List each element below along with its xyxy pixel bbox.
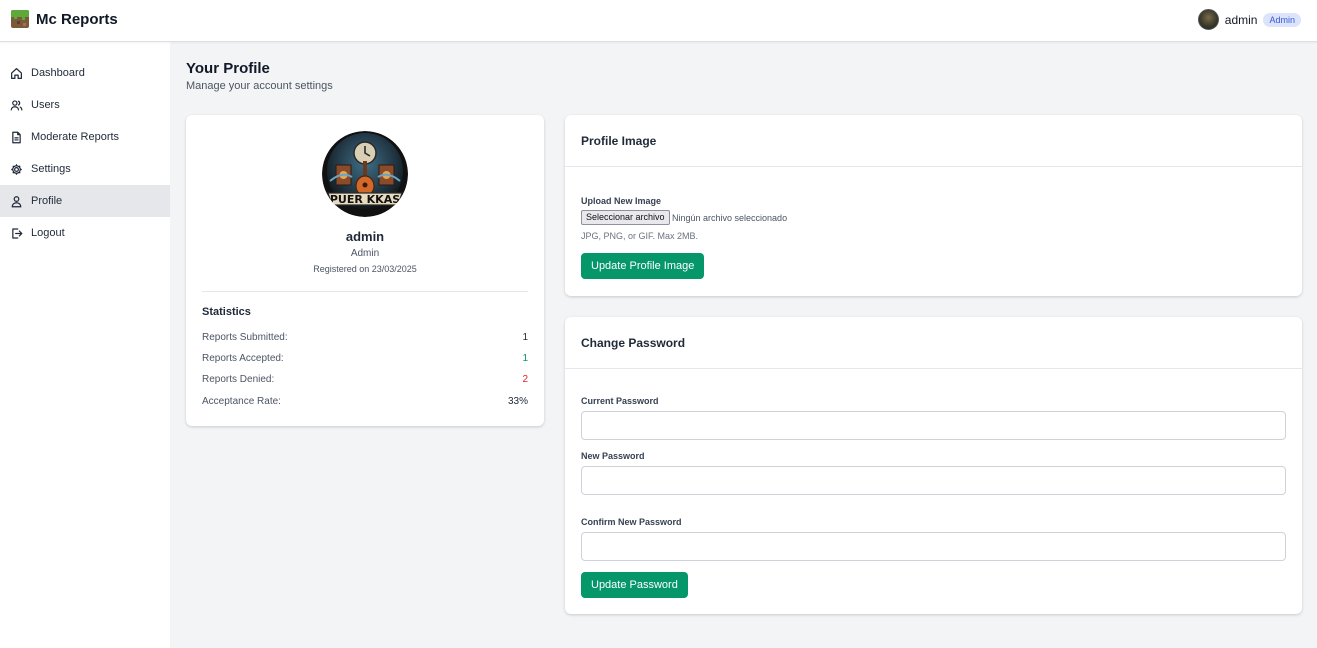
profile-role: Admin: [350, 248, 380, 259]
profile-name: admin: [345, 229, 385, 244]
page-subtitle: Manage your account settings: [186, 80, 333, 92]
home-icon: [11, 67, 22, 79]
upload-label: Upload New Image: [581, 196, 662, 206]
brand[interactable]: Mc Reports: [11, 10, 118, 28]
sidebar-item-settings[interactable]: Settings: [0, 153, 170, 185]
update-password-button[interactable]: Update Password: [581, 572, 688, 598]
profile-avatar-image: PUER KKAS: [322, 131, 408, 217]
stat-label: Reports Accepted:: [202, 353, 284, 364]
sidebar-item-users[interactable]: Users: [0, 89, 170, 121]
stat-row: Reports Denied: 2: [202, 374, 528, 385]
gear-icon: [11, 163, 22, 175]
stat-value-denied: 2: [522, 374, 528, 385]
sidebar: Dashboard Users Moderate Reports Setting…: [0, 42, 170, 648]
current-password-label: Current Password: [581, 396, 659, 406]
new-password-label: New Password: [581, 451, 645, 461]
divider: [565, 368, 1302, 369]
file-status: Ningún archivo seleccionado: [672, 213, 788, 223]
change-password-title: Change Password: [581, 336, 686, 350]
current-password-input[interactable]: [581, 411, 1286, 440]
role-badge: Admin: [1263, 12, 1301, 27]
user-icon: [11, 195, 22, 207]
user-name: admin: [1224, 12, 1258, 27]
sidebar-item-dashboard[interactable]: Dashboard: [0, 57, 170, 89]
top-bar: Mc Reports admin Admin: [0, 0, 1317, 42]
sidebar-item-moderate-reports[interactable]: Moderate Reports: [0, 121, 170, 153]
document-icon: [12, 131, 21, 143]
file-hint: JPG, PNG, or GIF. Max 2MB.: [581, 231, 699, 241]
logout-icon: [12, 227, 23, 239]
stat-label: Reports Submitted:: [202, 332, 288, 343]
profile-image-title: Profile Image: [581, 134, 657, 148]
sidebar-item-label: Logout: [31, 227, 65, 239]
avatar: [1197, 9, 1219, 30]
sidebar-item-label: Moderate Reports: [31, 131, 120, 143]
stat-row: Acceptance Rate: 33%: [202, 396, 528, 407]
divider: [565, 166, 1302, 167]
statistics-title: Statistics: [202, 306, 251, 318]
sidebar-item-profile[interactable]: Profile: [0, 185, 170, 217]
stat-value-acceptance-rate: 33%: [507, 396, 528, 407]
change-password-card: Change Password Current Password New Pas…: [565, 317, 1302, 614]
sidebar-item-label: Profile: [31, 195, 63, 207]
profile-avatar: PUER KKAS: [322, 131, 408, 217]
sidebar-item-label: Users: [31, 99, 60, 111]
grass-block-logo-icon: [11, 10, 29, 28]
update-profile-image-button[interactable]: Update Profile Image: [581, 253, 705, 279]
profile-card: PUER KKAS admin Admin Registered on 23/0…: [186, 115, 544, 426]
stat-row: Reports Accepted: 1: [202, 353, 528, 364]
divider: [202, 291, 528, 292]
sidebar-item-label: Dashboard: [31, 67, 85, 79]
stat-value-submitted: 1: [522, 332, 528, 343]
confirm-password-label: Confirm New Password: [581, 517, 682, 527]
stat-label: Acceptance Rate:: [202, 396, 281, 407]
profile-image-card: Profile Image Upload New Image Seleccion…: [565, 115, 1302, 296]
stat-label: Reports Denied:: [202, 374, 275, 385]
sidebar-item-logout[interactable]: Logout: [0, 217, 170, 249]
users-icon: [10, 99, 23, 110]
user-menu[interactable]: admin Admin: [1197, 9, 1301, 30]
stat-row: Reports Submitted: 1: [202, 332, 528, 343]
page-title: Your Profile: [186, 60, 270, 77]
confirm-password-input[interactable]: [581, 532, 1286, 561]
sidebar-item-label: Settings: [31, 163, 71, 175]
registration-date: Registered on 23/03/2025: [313, 264, 417, 274]
new-password-input[interactable]: [581, 466, 1286, 495]
choose-file-button[interactable]: Seleccionar archivo: [581, 210, 670, 225]
brand-name: Mc Reports: [36, 10, 118, 28]
stat-value-accepted: 1: [522, 353, 528, 364]
avatar-text: PUER KKAS: [330, 193, 400, 206]
